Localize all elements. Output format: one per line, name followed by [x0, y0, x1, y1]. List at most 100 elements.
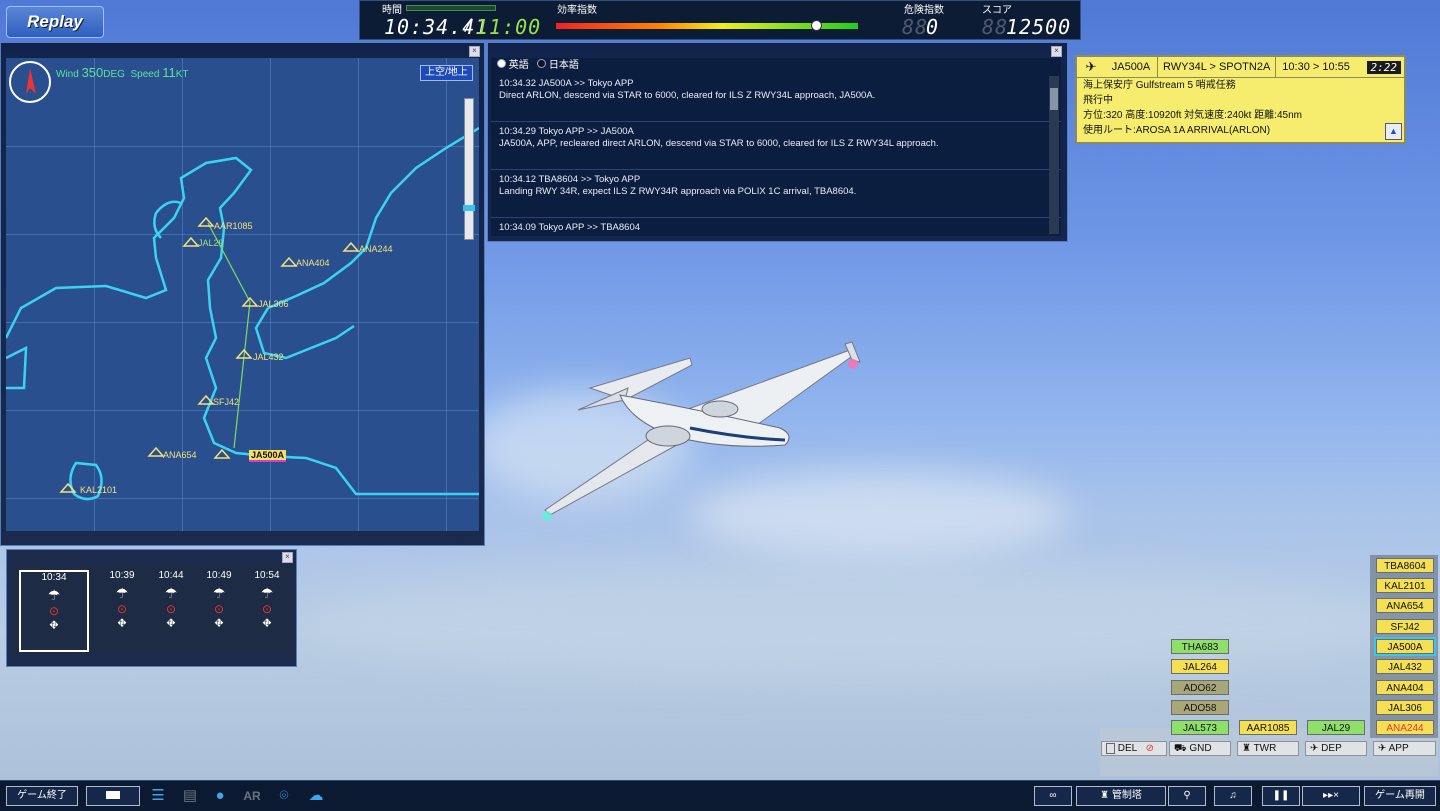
forecast-panel: × 10:34 ☂ ⊙ ⛖ 10:39 ☂ ⊙ ⛖ 10:44 ☂ ⊙ ⛖ 10…	[6, 549, 297, 667]
pause-button[interactable]: ❚❚	[1262, 786, 1300, 806]
aircraft-info-card[interactable]: ✈ JA500A RWY34L > SPOTN2A 10:30 > 10:55 …	[1075, 55, 1406, 144]
aircraft-label[interactable]: ANA404	[296, 258, 330, 268]
aircraft-label[interactable]: JAL432	[253, 352, 284, 362]
efficiency-gauge	[556, 20, 858, 31]
tab-app-label: APP	[1388, 743, 1409, 754]
flight-strip[interactable]: KAL2101	[1376, 578, 1434, 593]
aircraft-label[interactable]: JAL306	[258, 299, 289, 309]
aircraft-label[interactable]: KAL2101	[80, 485, 117, 495]
flight-strip[interactable]: TBA8604	[1376, 558, 1434, 573]
scrollbar[interactable]	[1049, 76, 1059, 234]
departure-icon: ✈	[1310, 743, 1319, 754]
flight-strip-warning[interactable]: ANA244	[1376, 720, 1434, 735]
close-icon[interactable]: ×	[1051, 46, 1062, 57]
flight-strip[interactable]: ADO62	[1171, 680, 1229, 695]
scrollbar-thumb[interactable]	[1050, 88, 1058, 110]
speed-unit: KT	[175, 69, 189, 80]
efficiency-marker	[810, 20, 822, 31]
tab-dep-label: DEP	[1321, 743, 1342, 754]
tab-gnd[interactable]: ⛟ GND	[1169, 741, 1231, 756]
rain-cloud-icon: ☂	[164, 585, 178, 601]
message-header: 10:34.09 Tokyo APP >> TBA8604	[499, 222, 641, 233]
forecast-strip: 10:34 ☂ ⊙ ⛖ 10:39 ☂ ⊙ ⛖ 10:44 ☂ ⊙ ⛖ 10:4…	[11, 564, 293, 654]
tab-gnd-label: GND	[1189, 743, 1212, 754]
close-icon[interactable]: ×	[469, 46, 480, 57]
aircraft-label[interactable]: ANA244	[359, 244, 393, 254]
bottom-toolbar: ゲーム終了 ☰ ▤ ● AR ⌾ ☁ ∞ ♜ 管制塔 ⚲ ♫ ❚❚ ▸▸× ゲー…	[0, 780, 1440, 811]
forecast-time: 10:44	[158, 570, 184, 581]
chat-icon[interactable]: ●	[210, 787, 230, 805]
resume-game-button[interactable]: ゲーム再開	[1364, 786, 1436, 806]
lang-english-label[interactable]: 英語	[509, 60, 529, 71]
flight-strip[interactable]: JAL264	[1171, 659, 1229, 674]
replay-button[interactable]: Replay	[6, 6, 104, 38]
message-log[interactable]: 英語 日本語 10:34.32 JA500A >> Tokyo APP Direc…	[491, 58, 1061, 236]
aircraft-label[interactable]: JAL29	[198, 238, 224, 248]
tab-twr[interactable]: ♜ TWR	[1237, 741, 1299, 756]
tower-view-button[interactable]: ♜ 管制塔	[1076, 786, 1166, 806]
message-item: 10:34.12 TBA8604 >> Tokyo APP Landing RWY…	[491, 170, 1061, 218]
weather-icon[interactable]: ☁	[306, 787, 326, 805]
zoom-thumb[interactable]	[463, 205, 475, 211]
pause-icon: ❚❚	[1272, 790, 1290, 801]
message-body: Direct ARLON, descend via STAR to 6000, …	[499, 90, 876, 101]
tower-icon: ♜	[1100, 790, 1110, 801]
runway-icon: ⛖	[117, 616, 127, 630]
fast-forward-button[interactable]: ▸▸×	[1302, 786, 1360, 806]
danger-label: 危険指数	[904, 5, 944, 16]
message-header: 10:34.29 Tokyo APP >> JA500A	[499, 126, 634, 137]
aircraft-label[interactable]: SFJ42	[213, 397, 239, 407]
forecast-time: 10:54	[254, 570, 280, 581]
mute-icon[interactable]: ⊘	[1146, 743, 1154, 754]
flight-strip[interactable]: JAL573	[1171, 720, 1229, 735]
coastline	[6, 61, 479, 501]
window-button[interactable]	[86, 786, 140, 806]
radio-english[interactable]	[497, 59, 506, 68]
aircraft-label-selected[interactable]: JA500A	[249, 450, 287, 462]
flight-strip[interactable]: ADO58	[1171, 700, 1229, 715]
expand-button[interactable]: ▲	[1385, 123, 1402, 140]
quit-game-button[interactable]: ゲーム終了	[6, 786, 78, 806]
message-header: 10:34.12 TBA8604 >> Tokyo APP	[499, 174, 641, 185]
aircraft-label[interactable]: AAR1085	[214, 221, 253, 231]
flight-strip[interactable]: JAL432	[1376, 659, 1434, 674]
close-icon[interactable]: ×	[282, 552, 293, 563]
tab-dep[interactable]: ✈ DEP	[1305, 741, 1367, 756]
lang-japanese-label[interactable]: 日本語	[549, 60, 579, 71]
wind-arrow-icon: ⊙	[213, 602, 225, 616]
efficiency-label: 効率指数	[557, 5, 597, 16]
flight-strip[interactable]: ANA654	[1376, 598, 1434, 613]
music-button[interactable]: ♫	[1214, 786, 1252, 806]
tab-del[interactable]: DEL ⊘	[1101, 741, 1167, 756]
message-header: 10:34.32 JA500A >> Tokyo APP	[499, 78, 634, 89]
radio-japanese[interactable]	[537, 59, 547, 68]
card-times: 10:30 > 10:55	[1282, 61, 1350, 73]
forecast-slot: 10:44 ☂ ⊙ ⛖	[148, 570, 194, 648]
flight-strip[interactable]: AAR1085	[1239, 720, 1297, 735]
list-icon[interactable]: ☰	[148, 787, 168, 805]
score-ghost-digits: 88	[982, 15, 1009, 39]
binoculars-button[interactable]: ∞	[1034, 786, 1072, 806]
tab-app[interactable]: ✈ APP	[1373, 741, 1436, 756]
danger-ghost-digits: 88	[902, 15, 929, 39]
search-button[interactable]: ⚲	[1168, 786, 1206, 806]
altitude-toggle-button[interactable]: 上空/地上	[420, 65, 473, 81]
ar-button[interactable]: AR	[242, 787, 262, 805]
flight-strip[interactable]: ANA404	[1376, 680, 1434, 695]
flight-strip[interactable]: THA683	[1171, 639, 1229, 654]
flight-strip[interactable]: SFJ42	[1376, 619, 1434, 634]
message-item: 10:34.29 Tokyo APP >> JA500A JA500A, APP,…	[491, 122, 1061, 170]
document-icon	[1106, 742, 1115, 754]
radar-icon[interactable]: ⌾	[274, 787, 294, 805]
rain-cloud-icon: ☂	[212, 585, 226, 601]
tab-del-label: DEL	[1117, 743, 1137, 754]
flight-strip[interactable]: JAL29	[1307, 720, 1365, 735]
zoom-slider[interactable]	[463, 98, 475, 240]
flight-strip[interactable]: JAL306	[1376, 700, 1434, 715]
card-route: RWY34L > SPOTN2A	[1157, 57, 1277, 77]
aircraft-label[interactable]: ANA654	[163, 450, 197, 460]
strip-icon[interactable]: ▤	[180, 787, 200, 805]
flight-strip-selected[interactable]: JA500A	[1374, 637, 1436, 656]
tower-icon: ♜	[1242, 743, 1251, 754]
radar-map[interactable]: Wind 350DEG Speed 11KT 上空/地上 AAR1085 JAL…	[6, 58, 479, 531]
